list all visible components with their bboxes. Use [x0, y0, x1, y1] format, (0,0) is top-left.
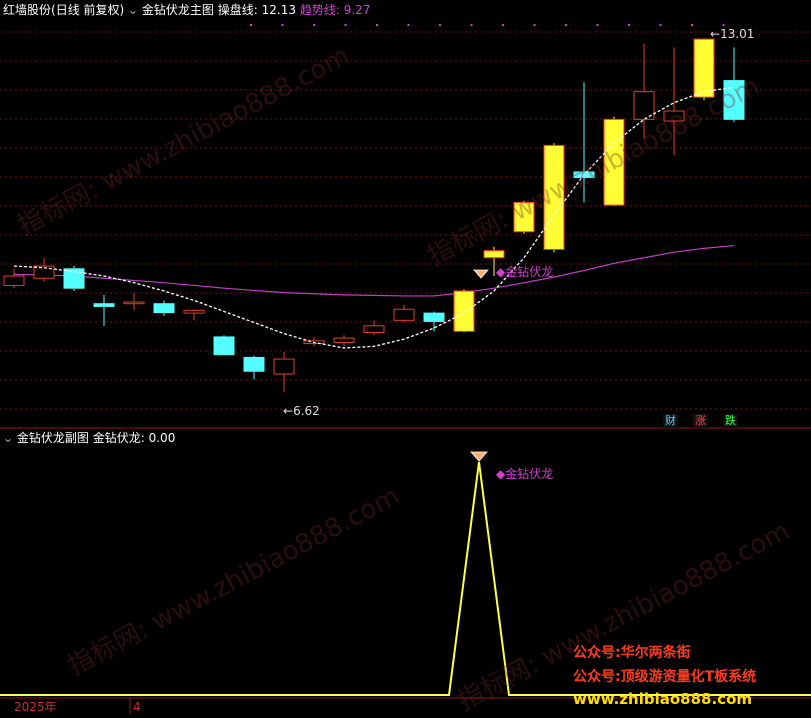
marker-dot: [628, 24, 630, 26]
diamond-icon: [470, 451, 488, 462]
signal-label-main: ◆金钻伏龙: [496, 265, 554, 279]
main-header: 红墙股份(日线 前复权) ⌄ 金钻伏龙主图 操盘线: 12.13 趋势线: 9.…: [3, 3, 370, 17]
marker-dot: [313, 24, 315, 26]
marker-dot: [439, 24, 441, 26]
candle-body: [183, 309, 205, 314]
candle-body: [213, 336, 235, 356]
high-price-value: 13.01: [720, 27, 755, 41]
marker-dot: [250, 24, 252, 26]
diamond-icon: [473, 269, 489, 279]
high-price-label: ←13.01: [710, 27, 755, 41]
candle-body: [363, 325, 385, 333]
chart-mode: (日线 前复权): [51, 3, 125, 17]
sub-value: 0.00: [148, 431, 176, 445]
finance-button[interactable]: 财: [663, 414, 678, 428]
signal-label-sub: ◆金钻伏龙: [496, 467, 554, 481]
marker-dot: [691, 24, 693, 26]
candle-body: [333, 337, 355, 343]
promo-line-2: 公众号:顶级游资量化T板系统: [573, 669, 757, 685]
axis-year: 2025年: [14, 700, 57, 714]
sub-dropdown-icon[interactable]: ⌄: [3, 431, 13, 445]
signal-text-sub: 金钻伏龙: [505, 467, 554, 481]
candle-body: [153, 303, 175, 314]
trend-line: [13, 244, 735, 297]
candle-body: [273, 358, 295, 375]
trend-line-label: 趋势线:: [299, 3, 340, 17]
indicator-dropdown-icon[interactable]: ⌄: [128, 3, 138, 17]
candle-body: [243, 356, 265, 372]
marker-dot: [565, 24, 567, 26]
marker-dot: [722, 24, 725, 26]
operating-line-label: 操盘线:: [217, 3, 258, 17]
candle-body: [123, 301, 145, 305]
marker-dot: [470, 24, 473, 26]
stock-name: 红墙股份: [3, 3, 52, 17]
marker-dot: [344, 24, 347, 26]
marker-dot: [659, 24, 662, 26]
marker-dot: [407, 24, 410, 26]
marker-dot: [376, 24, 378, 26]
marker-dot: [502, 24, 504, 26]
marker-dot: [281, 24, 284, 26]
low-price-label: ←6.62: [283, 404, 320, 418]
candle-body: [423, 312, 445, 322]
fall-button[interactable]: 跌: [723, 414, 738, 428]
main-indicator-name[interactable]: 金钻伏龙主图: [142, 3, 214, 17]
sub-header: ⌄ 金钻伏龙副图 金钻伏龙: 0.00: [3, 431, 175, 445]
candle-body: [453, 290, 475, 332]
operating-line: [13, 86, 735, 349]
marker-dot: [596, 24, 599, 26]
promo-line-1: 公众号:华尔两条街: [573, 645, 691, 661]
trend-line-value: 9.27: [343, 3, 371, 17]
candle-body: [93, 303, 115, 307]
signal-text-main: 金钻伏龙: [505, 265, 554, 279]
candle-body: [393, 308, 415, 321]
axis-month: 4: [133, 700, 141, 714]
operating-line-value: 12.13: [261, 3, 296, 17]
candle-body: [3, 275, 25, 286]
low-price-value: 6.62: [293, 404, 320, 418]
sub-indicator-name[interactable]: 金钻伏龙副图: [17, 431, 89, 445]
rise-button[interactable]: 涨: [693, 414, 708, 428]
candle-body: [483, 250, 505, 259]
promo-line-3: www.zhibiao888.com: [573, 690, 753, 708]
sub-value-label: 金钻伏龙:: [92, 431, 145, 445]
marker-dot: [533, 24, 536, 26]
